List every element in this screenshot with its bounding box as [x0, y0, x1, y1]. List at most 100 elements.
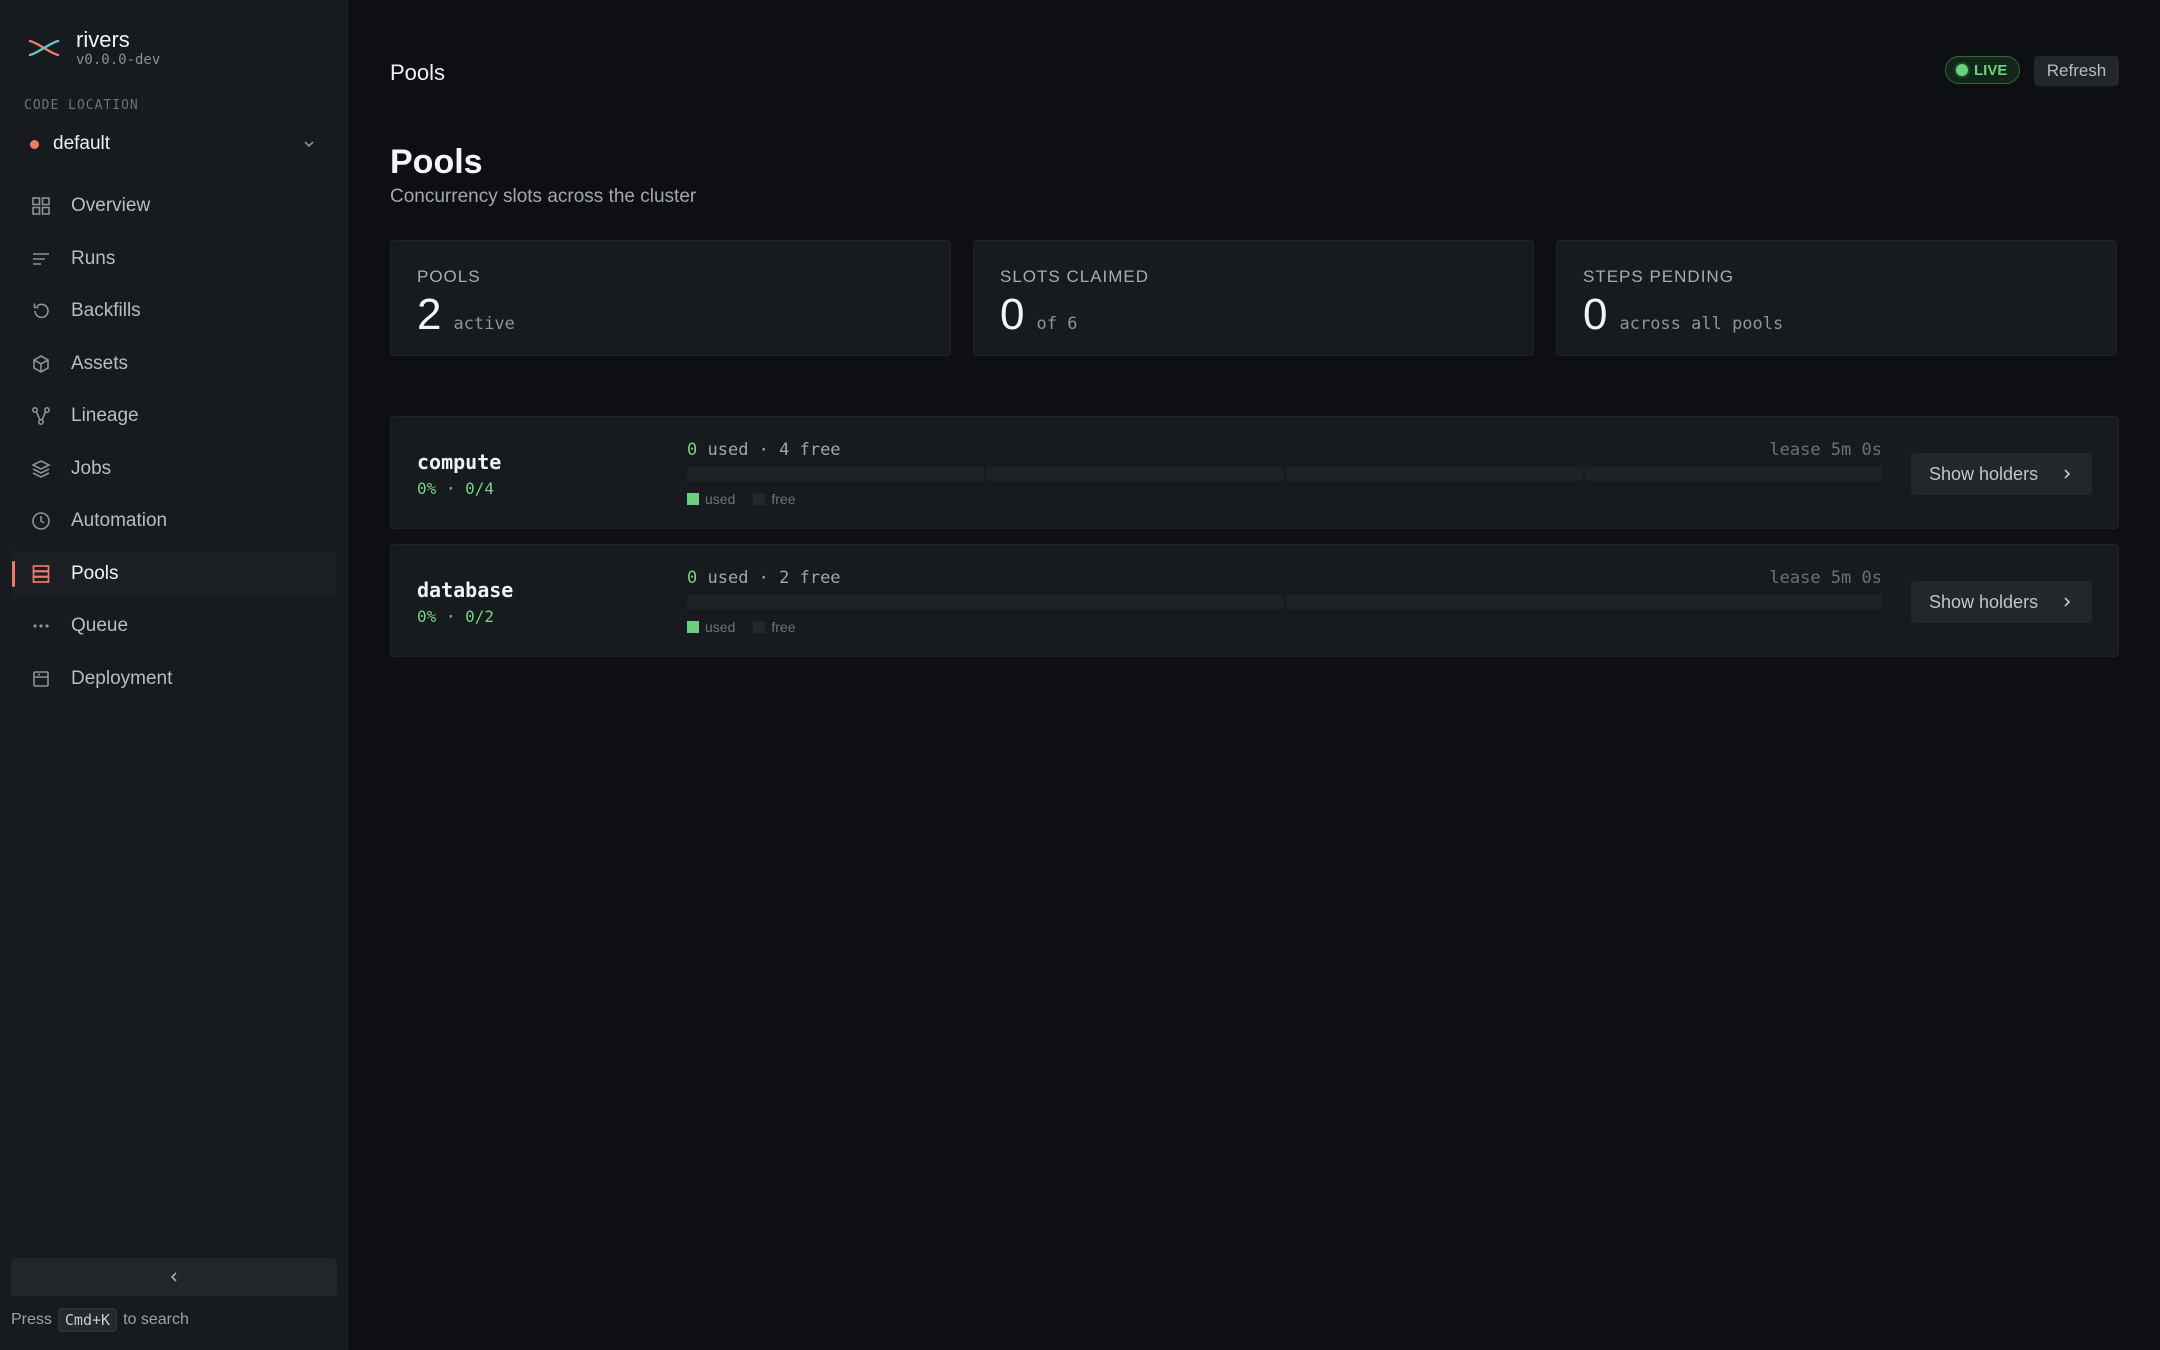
location-status-dot [30, 139, 39, 149]
main-content: Pools LIVE Refresh Pools Concurrency slo… [349, 0, 2160, 1350]
sidebar-item-queue[interactable]: Queue [12, 603, 336, 649]
sidebar-item-label: Backfills [71, 300, 141, 321]
show-holders-button[interactable]: Show holders [1911, 453, 2092, 495]
pool-usage: 0 used · 4 free [687, 440, 841, 460]
pool-row-database: database 0% · 0/2 0 used · 2 free lease … [390, 544, 2119, 657]
refresh-button[interactable]: Refresh [2034, 56, 2119, 86]
live-dot-icon [1956, 64, 1968, 76]
box-icon [30, 668, 52, 690]
legend-free-swatch [753, 621, 766, 633]
app-name: rivers [76, 27, 130, 52]
slot-legend: used free [687, 619, 795, 635]
graph-icon [30, 405, 52, 427]
slot-bar [687, 595, 1882, 609]
sidebar-item-lineage[interactable]: Lineage [12, 393, 336, 439]
sidebar-item-label: Deployment [71, 667, 173, 689]
chevron-right-icon [2064, 469, 2071, 479]
sidebar-item-jobs[interactable]: Jobs [12, 446, 336, 492]
sidebar: rivers v0.0.0-dev CODE LOCATION default … [0, 0, 348, 1350]
stat-unit: of 6 [1036, 314, 1078, 334]
sidebar-item-overview[interactable]: Overview [12, 183, 336, 229]
layers-icon [30, 458, 52, 480]
legend-free: free [753, 491, 795, 507]
pool-usage-rest: used · 4 free [697, 440, 841, 460]
pool-name: compute [417, 450, 502, 474]
stat-value: 0 [1000, 290, 1025, 339]
show-holders-label: Show holders [1929, 591, 2039, 612]
database-icon [30, 563, 52, 585]
legend-used-swatch [687, 493, 699, 505]
pool-lease: lease 5m 0s [1769, 440, 1882, 460]
page-title: Pools [390, 143, 483, 181]
pool-usage: 0 used · 2 free [687, 568, 841, 588]
live-label: LIVE [1974, 61, 2008, 79]
location-name: default [53, 133, 111, 154]
history-icon [30, 300, 52, 322]
chevron-down-icon [304, 141, 314, 148]
pool-utilization: 0% · 0/2 [417, 607, 495, 626]
stat-label: SLOTS CLAIMED [1000, 267, 1150, 286]
pool-lease: lease 5m 0s [1769, 568, 1882, 588]
slot-legend: used free [687, 491, 795, 507]
sidebar-item-label: Automation [71, 510, 168, 531]
sidebar-item-label: Runs [71, 247, 116, 269]
collapse-sidebar-button[interactable] [11, 1258, 337, 1296]
topbar-title: Pools [390, 60, 446, 85]
pool-used-count: 0 [687, 568, 698, 588]
slot-bar [687, 467, 1882, 481]
legend-free-label: free [771, 491, 796, 507]
legend-free: free [753, 619, 795, 635]
stat-value: 0 [1583, 290, 1608, 339]
legend-used-label: used [705, 491, 736, 507]
pool-row-compute: compute 0% · 0/4 0 used · 4 free lease 5… [390, 416, 2119, 529]
stat-label: STEPS PENDING [1583, 267, 1734, 286]
legend-used: used [687, 491, 735, 507]
app-version: v0.0.0-dev [76, 52, 161, 68]
sidebar-item-assets[interactable]: Assets [12, 341, 336, 387]
sidebar-item-backfills[interactable]: Backfills [12, 288, 336, 334]
stats-row: POOLS 2 active SLOTS CLAIMED 0 of 6 STEP… [390, 240, 2117, 356]
search-hint-suffix: to search [123, 1311, 189, 1328]
sidebar-nav: Overview Runs Backfills Assets Lineage J… [12, 183, 336, 708]
slot-segment [1584, 467, 1882, 481]
sidebar-item-label: Pools [71, 562, 119, 584]
legend-free-label: free [771, 619, 796, 635]
page-subtitle: Concurrency slots across the cluster [390, 186, 697, 207]
sidebar-item-pools[interactable]: Pools [12, 550, 336, 597]
stat-unit: active [453, 314, 515, 334]
cube-icon [30, 353, 52, 375]
legend-used: used [687, 619, 735, 635]
sidebar-item-label: Overview [71, 195, 151, 216]
pool-name: database [417, 578, 514, 602]
legend-used-swatch [687, 621, 699, 633]
code-location-select[interactable]: default [24, 126, 324, 162]
search-hint-prefix: Press [11, 1311, 52, 1328]
slot-segment [687, 467, 985, 481]
grid-icon [30, 195, 52, 217]
search-shortcut-key: Cmd+K [57, 1308, 118, 1332]
pool-used-count: 0 [687, 440, 698, 460]
legend-used-label: used [705, 619, 736, 635]
sidebar-item-automation[interactable]: Automation [12, 498, 336, 544]
pool-utilization: 0% · 0/4 [417, 479, 495, 498]
search-hint: Press Cmd+K to search [11, 1308, 189, 1332]
slot-segment [1285, 467, 1583, 481]
chevron-right-icon [2064, 597, 2071, 607]
legend-free-swatch [753, 493, 766, 505]
sidebar-item-deployment[interactable]: Deployment [12, 656, 336, 702]
show-holders-button[interactable]: Show holders [1911, 581, 2092, 623]
slot-segment [687, 595, 1284, 609]
stat-value: 2 [417, 290, 442, 339]
stat-label: POOLS [417, 267, 481, 286]
sidebar-item-runs[interactable]: Runs [12, 236, 336, 282]
pool-usage-rest: used · 2 free [697, 568, 841, 588]
brand[interactable]: rivers v0.0.0-dev [28, 28, 160, 68]
sidebar-item-label: Lineage [71, 405, 139, 426]
slot-segment [986, 467, 1284, 481]
live-badge: LIVE [1945, 56, 2021, 84]
chevron-left-icon [170, 1272, 177, 1282]
stat-card-steps-pending: STEPS PENDING 0 across all pools [1556, 240, 2117, 356]
sidebar-item-label: Queue [71, 615, 129, 636]
stat-card-slots-claimed: SLOTS CLAIMED 0 of 6 [973, 240, 1534, 356]
code-location-label: CODE LOCATION [24, 98, 139, 113]
